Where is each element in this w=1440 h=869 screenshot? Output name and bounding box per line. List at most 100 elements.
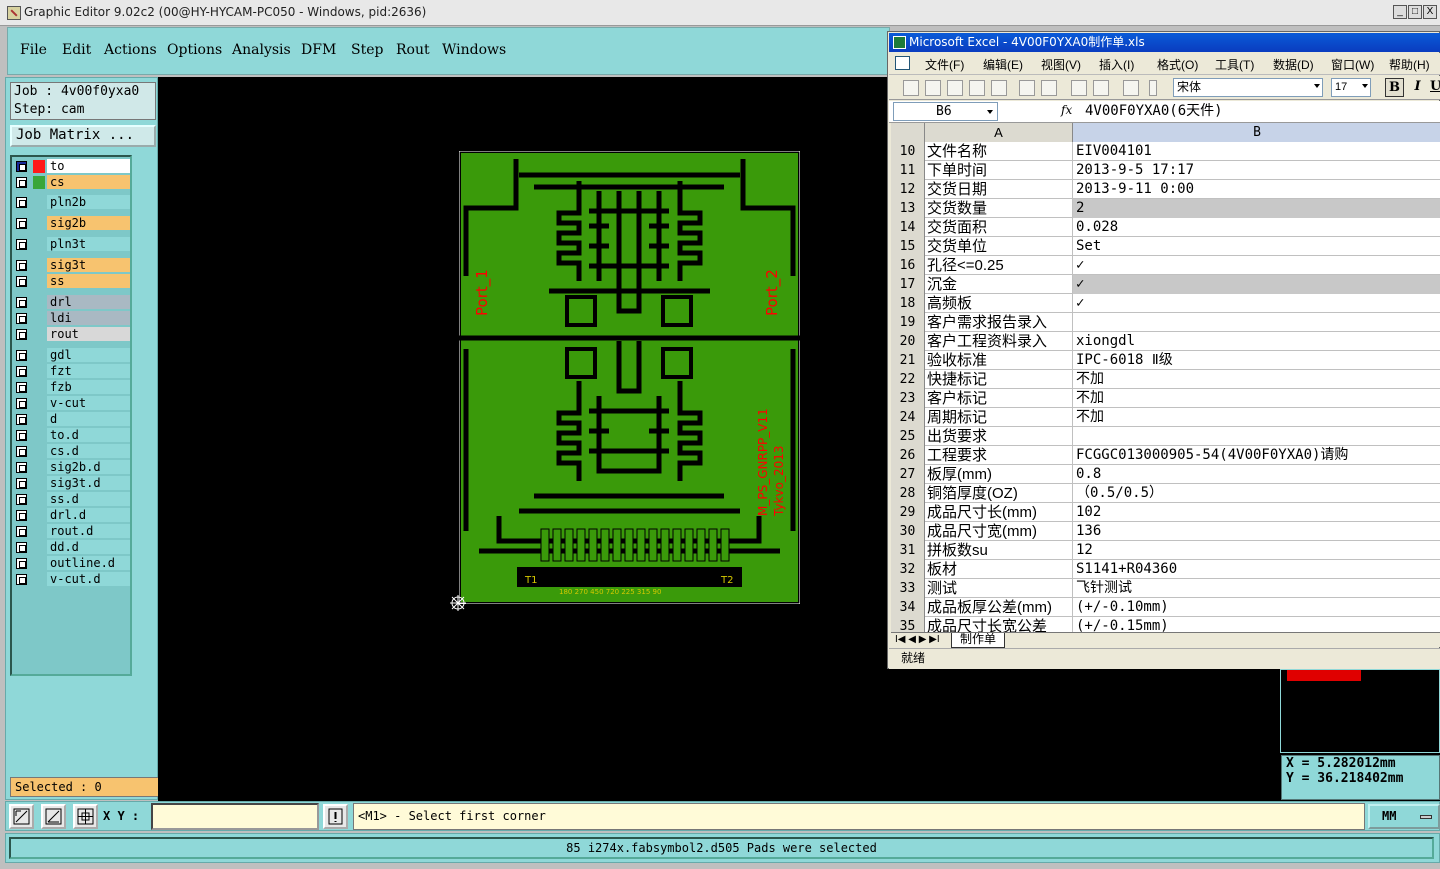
layer-checkbox[interactable] <box>16 197 27 208</box>
cell-a[interactable]: 下单时间 <box>925 161 1073 180</box>
layer-checkbox[interactable] <box>16 462 27 473</box>
font-name-select[interactable]: 宋体 <box>1173 78 1323 97</box>
cell-a[interactable]: 高频板 <box>925 294 1073 313</box>
minimize-button[interactable]: _ <box>1393 5 1407 19</box>
layer-checkbox[interactable] <box>16 558 27 569</box>
row-number[interactable]: 28 <box>891 484 925 503</box>
layer-checkbox[interactable] <box>16 239 27 250</box>
layer-color-swatch[interactable] <box>33 176 45 189</box>
cell-b[interactable] <box>1073 427 1440 446</box>
cell-b[interactable]: 0.028 <box>1073 218 1440 237</box>
layer-row-sig3t-d[interactable]: sig3t.d <box>14 476 130 490</box>
layer-color-swatch[interactable] <box>33 160 45 173</box>
layer-checkbox[interactable] <box>16 382 27 393</box>
cell-a[interactable]: 客户工程资料录入 <box>925 332 1073 351</box>
cell-a[interactable]: 文件名称 <box>925 142 1073 161</box>
sheet-nav-buttons[interactable]: I◀ ◀ ▶ ▶I <box>895 634 940 646</box>
cell-a[interactable]: 成品板厚公差(mm) <box>925 598 1073 617</box>
cell-a[interactable]: 客户需求报告录入 <box>925 313 1073 332</box>
row-number[interactable]: 33 <box>891 579 925 598</box>
layer-name[interactable]: ss <box>47 274 130 288</box>
cut-icon[interactable] <box>1123 80 1139 96</box>
layer-name[interactable]: sig2b <box>47 216 130 230</box>
new-icon[interactable] <box>903 80 919 96</box>
row-number[interactable]: 26 <box>891 446 925 465</box>
cell-b[interactable]: xiongdl <box>1073 332 1440 351</box>
layer-row-v-cut[interactable]: v-cut <box>14 396 130 410</box>
cell-a[interactable]: 交货单位 <box>925 237 1073 256</box>
row-number[interactable]: 27 <box>891 465 925 484</box>
excel-menu-tools[interactable]: 工具(T) <box>1215 56 1254 73</box>
cell-b[interactable] <box>1073 313 1440 332</box>
excel-menu-data[interactable]: 数据(D) <box>1273 56 1314 73</box>
row-number[interactable]: 10 <box>891 142 925 161</box>
layer-row-to[interactable]: to <box>14 159 130 173</box>
layer-checkbox[interactable] <box>16 478 27 489</box>
layer-row-sig3t[interactable]: sig3t <box>14 258 130 272</box>
layer-checkbox[interactable] <box>16 313 27 324</box>
layer-name[interactable]: d <box>47 412 130 426</box>
row-number[interactable]: 25 <box>891 427 925 446</box>
info-button[interactable] <box>323 804 348 829</box>
excel-menu-format[interactable]: 格式(O) <box>1157 56 1198 73</box>
row-number[interactable]: 16 <box>891 256 925 275</box>
row-number[interactable]: 23 <box>891 389 925 408</box>
row-number[interactable]: 13 <box>891 199 925 218</box>
cell-b[interactable]: 2013-9-11 0:00 <box>1073 180 1440 199</box>
layer-row-v-cut-d[interactable]: v-cut.d <box>14 572 130 586</box>
layer-name[interactable]: drl.d <box>47 508 130 522</box>
layer-row-rout[interactable]: rout <box>14 327 130 341</box>
row-number[interactable]: 18 <box>891 294 925 313</box>
cell-b[interactable]: 不加 <box>1073 389 1440 408</box>
sheet-tab-production[interactable]: 制作单 <box>951 633 1006 648</box>
cell-a[interactable]: 成品尺寸宽(mm) <box>925 522 1073 541</box>
layer-checkbox[interactable] <box>16 510 27 521</box>
layer-row-d[interactable]: d <box>14 412 130 426</box>
layer-name[interactable]: cs <box>47 175 130 189</box>
layer-checkbox[interactable] <box>16 526 27 537</box>
layer-name[interactable]: v-cut.d <box>47 572 130 586</box>
layer-row-dd-d[interactable]: dd.d <box>14 540 130 554</box>
cell-b[interactable]: （0.5/0.5） <box>1073 484 1440 503</box>
cell-b[interactable]: 2 <box>1073 199 1440 218</box>
row-number[interactable]: 31 <box>891 541 925 560</box>
layer-checkbox[interactable] <box>16 260 27 271</box>
row-number[interactable]: 35 <box>891 617 925 633</box>
print-preview-icon[interactable] <box>1041 80 1057 96</box>
pcb-board[interactable]: Port_1 Port_2 M_PS_GNRPP_V11 Tykvo_2013 … <box>459 151 800 604</box>
excel-menu-file[interactable]: 文件(F) <box>925 56 964 73</box>
layer-row-sig2b-d[interactable]: sig2b.d <box>14 460 130 474</box>
layer-row-ss[interactable]: ss <box>14 274 130 288</box>
menu-step[interactable]: Step <box>351 42 383 58</box>
measure-button[interactable] <box>41 804 66 829</box>
row-number[interactable]: 21 <box>891 351 925 370</box>
cell-a[interactable]: 验收标准 <box>925 351 1073 370</box>
italic-button[interactable]: I <box>1408 78 1427 97</box>
cell-b[interactable]: 12 <box>1073 541 1440 560</box>
fx-icon[interactable]: fx <box>1061 103 1072 117</box>
layer-row-gdl[interactable]: gdl <box>14 348 130 362</box>
permission-icon[interactable] <box>969 80 985 96</box>
layer-name[interactable]: ss.d <box>47 492 130 506</box>
layer-row-rout-d[interactable]: rout.d <box>14 524 130 538</box>
cell-b[interactable]: EIV004101 <box>1073 142 1440 161</box>
row-number[interactable]: 22 <box>891 370 925 389</box>
open-icon[interactable] <box>925 80 941 96</box>
cell-b[interactable]: IPC-6018 Ⅱ级 <box>1073 351 1440 370</box>
row-number[interactable]: 20 <box>891 332 925 351</box>
layer-row-pln3t[interactable]: pln3t <box>14 237 130 251</box>
cell-b[interactable]: 0.8 <box>1073 465 1440 484</box>
xy-input[interactable] <box>151 803 319 830</box>
layer-checkbox[interactable] <box>16 494 27 505</box>
menu-options[interactable]: Options <box>167 42 222 58</box>
cell-b[interactable]: 102 <box>1073 503 1440 522</box>
maximize-button[interactable]: □ <box>1408 5 1422 19</box>
layer-checkbox[interactable] <box>16 366 27 377</box>
layer-name[interactable]: to.d <box>47 428 130 442</box>
layer-checkbox[interactable] <box>16 276 27 287</box>
layer-name[interactable]: pln2b <box>47 195 130 209</box>
snap-grid-button[interactable] <box>73 804 98 829</box>
menu-edit[interactable]: Edit <box>62 42 91 58</box>
cell-b[interactable]: 136 <box>1073 522 1440 541</box>
cell-b[interactable]: FCGGC013000905-54(4V00F0YXA0)请购 <box>1073 446 1440 465</box>
